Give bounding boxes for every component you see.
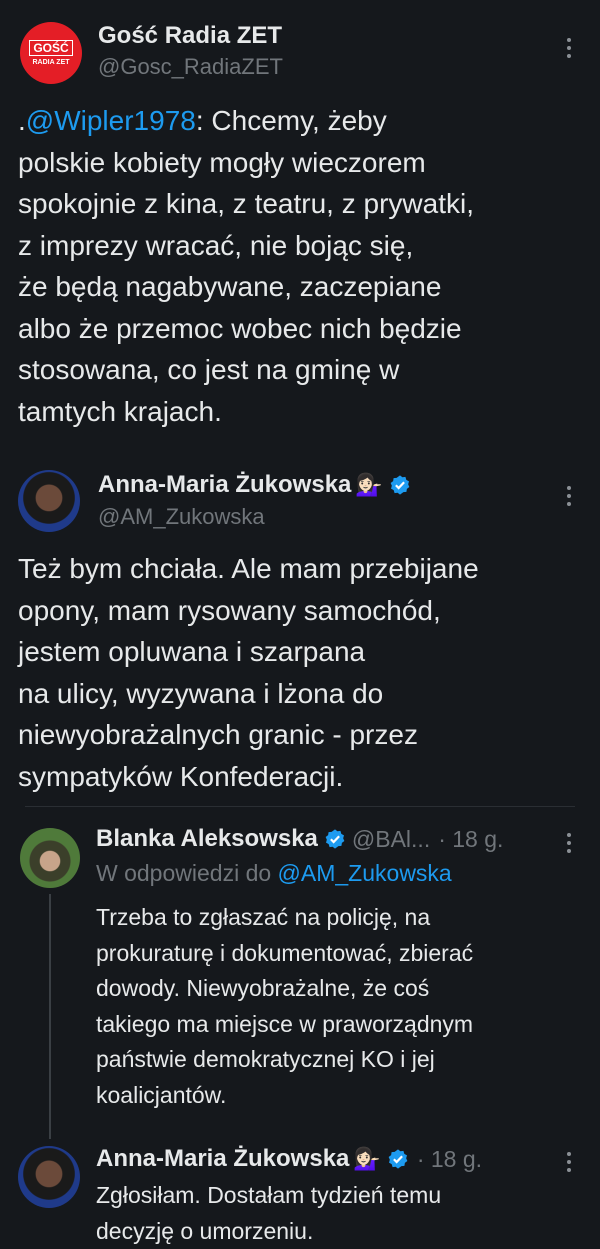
reply-text: Zgłosiłam. Dostałam tydzień temu decyzję… — [96, 1182, 442, 1244]
person-tipping-hand-emoji: 💁🏻‍♀️ — [355, 472, 383, 497]
reply-am-zukowska[interactable]: Anna-Maria Żukowska 💁🏻‍♀️ · 18 g. Zgłosi… — [0, 1142, 600, 1249]
reply-to-mention-link[interactable]: @AM_Zukowska — [278, 860, 452, 886]
display-name[interactable]: Blanka Aleksowska — [96, 825, 318, 853]
handle[interactable]: @Gosc_RadiaZET — [98, 54, 283, 80]
avatar-logo-text-top: GOŚĆ — [29, 39, 73, 56]
display-name[interactable]: Anna-Maria Żukowska — [96, 1145, 349, 1173]
timestamp[interactable]: · 18 g. — [438, 826, 503, 853]
verified-badge-icon — [324, 828, 346, 850]
handle[interactable]: @AM_Zukowska — [98, 504, 265, 530]
avatar-gosc-radia-zet[interactable]: GOŚĆ RADIA ZET — [20, 22, 82, 84]
tweet-am-zukowska[interactable]: Anna-Maria Żukowska 💁🏻‍♀️ @AM_Zukowska T… — [0, 455, 600, 810]
more-options-icon[interactable] — [566, 38, 572, 58]
verified-badge-icon — [389, 474, 411, 496]
verified-badge-icon — [387, 1148, 409, 1170]
more-options-icon[interactable] — [566, 486, 572, 506]
tweet-text: .@Wipler1978: Chcemy, żeby polskie kobie… — [18, 105, 474, 427]
display-name[interactable]: Anna-Maria Żukowska — [98, 471, 351, 499]
display-name[interactable]: Gość Radia ZET — [98, 22, 282, 50]
thread-connector-line — [49, 894, 51, 1139]
timestamp[interactable]: · 18 g. — [417, 1146, 482, 1173]
handle[interactable]: @BAl... — [352, 826, 430, 853]
avatar-am-zukowska[interactable] — [18, 470, 80, 532]
mention-link[interactable]: @Wipler1978 — [26, 105, 196, 136]
avatar-logo-text-bottom: RADIA ZET — [32, 58, 70, 66]
reply-blanka-aleksowska[interactable]: Blanka Aleksowska @BAl... · 18 g. W odpo… — [0, 812, 600, 1142]
divider — [25, 806, 575, 807]
avatar-blanka-aleksowska[interactable] — [20, 828, 80, 888]
quoted-tweet-gosc-radia-zet[interactable]: GOŚĆ RADIA ZET Gość Radia ZET @Gosc_Radi… — [0, 0, 600, 455]
reply-text: Trzeba to zgłaszać na policję, na prokur… — [96, 904, 474, 1108]
more-options-icon[interactable] — [566, 833, 572, 853]
more-options-icon[interactable] — [566, 1152, 572, 1172]
tweet-text: Też bym chciała. Ale mam przebijane opon… — [18, 553, 479, 792]
person-tipping-hand-emoji: 💁🏻‍♀️ — [353, 1146, 381, 1171]
reply-context: W odpowiedzi do @AM_Zukowska — [96, 860, 452, 886]
avatar-am-zukowska[interactable] — [18, 1146, 80, 1208]
